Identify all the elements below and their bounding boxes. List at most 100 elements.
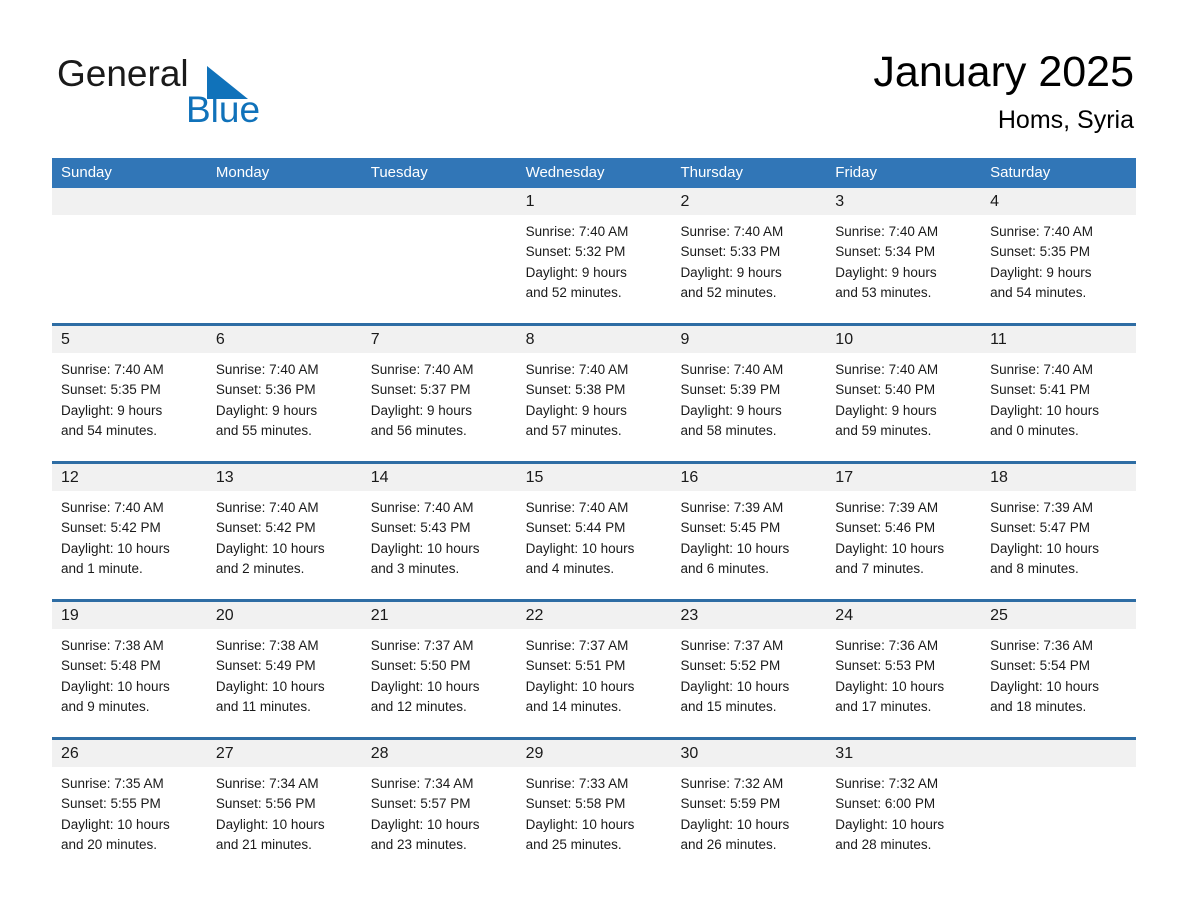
day-number-band: 10 — [826, 326, 982, 353]
calendar-day-cell[interactable]: 3 Sunrise: 7:40 AM Sunset: 5:34 PM Daylight… — [826, 188, 982, 323]
calendar-day-cell-empty — [981, 740, 1137, 875]
sunrise-line: Sunrise: 7:40 AM — [525, 224, 629, 239]
title-block: January 2025 Homs, Syria — [873, 46, 1134, 136]
daylight-line-2: and 17 minutes. — [835, 698, 932, 714]
sunset-line: Sunset: 5:36 PM — [215, 382, 316, 398]
day-number-band: 18 — [981, 464, 1137, 491]
daylight-line-2: and 23 minutes. — [370, 836, 467, 852]
day-number: 2 — [680, 193, 690, 210]
daylight-line-1: Daylight: 10 hours — [990, 540, 1099, 556]
daylight-line-2: and 4 minutes. — [525, 560, 615, 576]
calendar-week-row: 19 Sunrise: 7:38 AM Sunset: 5:48 PM Dayligh… — [52, 599, 1137, 737]
sunrise-line: Sunrise: 7:32 AM — [680, 776, 784, 791]
calendar-day-cell[interactable]: 25 Sunrise: 7:36 AM Sunset: 5:54 PM Dayligh… — [981, 602, 1137, 737]
calendar-day-cell[interactable]: 5 Sunrise: 7:40 AM Sunset: 5:35 PM Daylight… — [52, 326, 207, 461]
daylight-line-2: and 52 minutes. — [525, 284, 622, 300]
calendar-day-cell[interactable]: 23 Sunrise: 7:37 AM Sunset: 5:52 PM Dayligh… — [671, 602, 827, 737]
day-number-band: 27 — [206, 740, 362, 767]
logo-text-general: General — [57, 53, 189, 94]
daylight-line-2: and 20 minutes. — [61, 836, 158, 852]
weekday-header-saturday: Saturday — [990, 164, 1051, 181]
day-number: 30 — [680, 745, 699, 762]
calendar-day-cell[interactable]: 16 Sunrise: 7:39 AM Sunset: 5:45 PM Dayligh… — [671, 464, 827, 599]
day-details: Sunrise: 7:40 AM Sunset: 5:34 PM Daylight:… — [826, 215, 981, 303]
sunset-line: Sunset: 6:00 PM — [835, 796, 936, 812]
day-number: 22 — [525, 607, 544, 624]
weekday-header-row: Sunday Monday Tuesday Wednesday Thursday… — [52, 158, 1136, 188]
day-details: Sunrise: 7:40 AM Sunset: 5:35 PM Daylight:… — [981, 215, 1136, 303]
day-number: 11 — [990, 331, 1007, 348]
day-number-band: 30 — [671, 740, 827, 767]
calendar-day-cell[interactable]: 14 Sunrise: 7:40 AM Sunset: 5:43 PM Dayligh… — [361, 464, 517, 599]
day-number-band: 11 — [981, 326, 1137, 353]
day-number-band: 23 — [671, 602, 827, 629]
sunset-line: Sunset: 5:59 PM — [680, 796, 781, 812]
day-number: 14 — [370, 469, 389, 486]
calendar-day-cell[interactable]: 12 Sunrise: 7:40 AM Sunset: 5:42 PM Dayligh… — [52, 464, 207, 599]
daylight-line-1: Daylight: 10 hours — [680, 678, 790, 694]
calendar-day-cell[interactable]: 13 Sunrise: 7:40 AM Sunset: 5:42 PM Dayligh… — [206, 464, 362, 599]
calendar-day-cell[interactable]: 18 Sunrise: 7:39 AM Sunset: 5:47 PM Dayligh… — [981, 464, 1137, 599]
calendar-week-row: 5 Sunrise: 7:40 AM Sunset: 5:35 PM Daylight… — [52, 323, 1137, 461]
calendar-day-cell[interactable]: 6 Sunrise: 7:40 AM Sunset: 5:36 PM Daylight… — [206, 326, 362, 461]
sunrise-line: Sunrise: 7:40 AM — [215, 362, 319, 377]
daylight-line-1: Daylight: 10 hours — [525, 816, 635, 832]
calendar-day-cell[interactable]: 31 Sunrise: 7:32 AM Sunset: 6:00 PM Dayligh… — [826, 740, 982, 875]
day-number: 25 — [990, 607, 1008, 624]
calendar-day-cell[interactable]: 29 Sunrise: 7:33 AM Sunset: 5:58 PM Dayligh… — [516, 740, 672, 875]
calendar-day-cell[interactable]: 10 Sunrise: 7:40 AM Sunset: 5:40 PM Dayligh… — [826, 326, 982, 461]
calendar-day-cell[interactable]: 21 Sunrise: 7:37 AM Sunset: 5:50 PM Dayligh… — [361, 602, 517, 737]
daylight-line-1: Daylight: 10 hours — [61, 540, 170, 556]
day-number-band: 31 — [826, 740, 982, 767]
daylight-line-1: Daylight: 10 hours — [835, 678, 945, 694]
day-details: Sunrise: 7:40 AM Sunset: 5:35 PM Daylight:… — [52, 353, 207, 441]
day-number: 18 — [990, 469, 1008, 486]
calendar-day-cell[interactable]: 8 Sunrise: 7:40 AM Sunset: 5:38 PM Daylight… — [516, 326, 672, 461]
calendar-day-cell[interactable]: 15 Sunrise: 7:40 AM Sunset: 5:44 PM Dayligh… — [516, 464, 672, 599]
day-number: 9 — [680, 331, 690, 348]
calendar-day-cell[interactable]: 27 Sunrise: 7:34 AM Sunset: 5:56 PM Dayligh… — [206, 740, 362, 875]
calendar-day-cell[interactable]: 7 Sunrise: 7:40 AM Sunset: 5:37 PM Daylight… — [361, 326, 517, 461]
daylight-line-2: and 58 minutes. — [680, 422, 777, 438]
page-title: January 2025 — [873, 48, 1134, 96]
day-number-band: 12 — [52, 464, 207, 491]
calendar-day-cell[interactable]: 1 Sunrise: 7:40 AM Sunset: 5:32 PM Daylight… — [516, 188, 672, 323]
calendar-grid: Sunday Monday Tuesday Wednesday Thursday… — [52, 158, 1137, 875]
day-number: 6 — [215, 331, 225, 348]
calendar-day-cell-empty — [52, 188, 207, 323]
sunset-line: Sunset: 5:42 PM — [61, 520, 161, 536]
calendar-day-cell[interactable]: 30 Sunrise: 7:32 AM Sunset: 5:59 PM Dayligh… — [671, 740, 827, 875]
day-number: 8 — [525, 331, 535, 348]
day-number-band: 26 — [52, 740, 207, 767]
sunrise-line: Sunrise: 7:35 AM — [61, 776, 164, 791]
day-details: Sunrise: 7:40 AM Sunset: 5:42 PM Daylight:… — [207, 491, 362, 579]
day-number: 12 — [61, 469, 79, 486]
day-details: Sunrise: 7:40 AM Sunset: 5:43 PM Daylight:… — [362, 491, 517, 579]
calendar-day-cell[interactable]: 11 Sunrise: 7:40 AM Sunset: 5:41 PM Dayligh… — [981, 326, 1137, 461]
day-number-band: 5 — [52, 326, 207, 353]
calendar-day-cell[interactable]: 4 Sunrise: 7:40 AM Sunset: 5:35 PM Daylight… — [981, 188, 1137, 323]
calendar-day-cell[interactable]: 26 Sunrise: 7:35 AM Sunset: 5:55 PM Dayligh… — [52, 740, 207, 875]
calendar-day-cell[interactable]: 28 Sunrise: 7:34 AM Sunset: 5:57 PM Dayligh… — [361, 740, 517, 875]
sunrise-line: Sunrise: 7:40 AM — [525, 500, 629, 515]
calendar-day-cell[interactable]: 24 Sunrise: 7:36 AM Sunset: 5:53 PM Dayligh… — [826, 602, 982, 737]
calendar-day-cell[interactable]: 2 Sunrise: 7:40 AM Sunset: 5:33 PM Daylight… — [671, 188, 827, 323]
calendar-day-cell[interactable]: 19 Sunrise: 7:38 AM Sunset: 5:48 PM Dayligh… — [52, 602, 207, 737]
calendar-day-cell[interactable]: 17 Sunrise: 7:39 AM Sunset: 5:46 PM Dayligh… — [826, 464, 982, 599]
day-number-band: 25 — [981, 602, 1137, 629]
day-number-band: 8 — [516, 326, 672, 353]
sunrise-line: Sunrise: 7:39 AM — [835, 500, 939, 515]
generalblue-logo[interactable]: General Blue — [57, 52, 357, 132]
calendar-day-cell[interactable]: 9 Sunrise: 7:40 AM Sunset: 5:39 PM Daylight… — [671, 326, 827, 461]
calendar-day-cell[interactable]: 20 Sunrise: 7:38 AM Sunset: 5:49 PM Dayligh… — [206, 602, 362, 737]
daylight-line-2: and 59 minutes. — [835, 422, 932, 438]
day-details: Sunrise: 7:40 AM Sunset: 5:42 PM Daylight:… — [52, 491, 207, 579]
daylight-line-2: and 9 minutes. — [61, 698, 150, 714]
day-number: 1 — [525, 193, 535, 210]
weekday-header-thursday: Thursday — [680, 164, 743, 181]
sunrise-line: Sunrise: 7:40 AM — [370, 500, 474, 515]
sunset-line: Sunset: 5:53 PM — [835, 658, 936, 674]
sunrise-line: Sunrise: 7:32 AM — [835, 776, 939, 791]
calendar-day-cell[interactable]: 22 Sunrise: 7:37 AM Sunset: 5:51 PM Dayligh… — [516, 602, 672, 737]
sunrise-line: Sunrise: 7:40 AM — [215, 500, 319, 515]
